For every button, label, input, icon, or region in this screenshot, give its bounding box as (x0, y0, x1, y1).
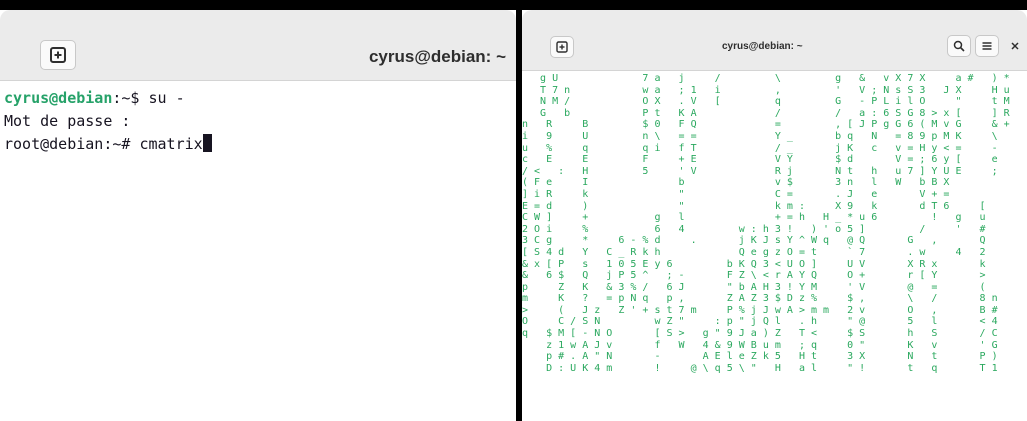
matrix-row: N M / O X . V [ q G - P L i l O " t M (522, 96, 1010, 108)
matrix-row: q $ M [ - N O [ S > g " 9 J a ) Z T < $ … (522, 328, 998, 340)
matrix-row: C W ] + g l + = h H _ * u 6 ! g u (522, 212, 986, 224)
matrix-row: G b P t K A / / a : 6 S G 8 > x [ ] R (522, 107, 1010, 119)
terminal-line: root@debian:~# cmatrix (4, 133, 516, 156)
menu-icon (982, 42, 992, 50)
matrix-row: 2 O i % 6 4 w : h 3 ! ) ' o 5 ] / ' # (522, 223, 986, 235)
header-bar: cyrus@debian: ~ (0, 10, 516, 81)
close-button[interactable] (1006, 37, 1024, 55)
window-title: cyrus@debian: ~ (368, 47, 506, 66)
terminal-line: Mot de passe : (4, 112, 131, 130)
terminal-window-left: cyrus@debian: ~ cyrus@debian:~$ su - Mot … (0, 10, 516, 421)
matrix-row: n R B $ 0 F Q = , [ J P g G 6 ( M v G & … (522, 119, 1010, 131)
prompt-user: cyrus@debian (4, 89, 113, 107)
matrix-row: ] i R k " C = . J e V + = (522, 188, 950, 200)
search-icon (953, 40, 965, 52)
search-button[interactable] (947, 35, 971, 57)
matrix-row: / < : H 5 ' V R j N t h u 7 ] Y U E ; (522, 165, 998, 177)
matrix-row: & x [ P s 1 0 5 E y 6 b K Q 3 < U O ] U … (522, 258, 986, 270)
matrix-row: 3 C g * 6 - % d . j K J s Y ^ W q @ Q G … (522, 235, 986, 247)
new-tab-icon (50, 47, 66, 63)
matrix-row: i 9 U n \ = = Y _ b q N = 8 9 p M K \ (522, 130, 998, 142)
header-bar: cyrus@debian: ~ (522, 10, 1027, 71)
matrix-row: E = d ) " k m : X 9 k d T 6 [ (522, 200, 986, 212)
close-icon (1011, 42, 1019, 50)
matrix-row: T 7 n w a ; 1 i , ' V ; N s S 3 J X H u (522, 84, 1010, 96)
cmatrix-output[interactable]: g U 7 a j / \ g & v X 7 X a # ) * T 7 n … (522, 71, 1027, 421)
prompt-command: root@debian:~# cmatrix (4, 135, 203, 153)
prompt-command: :~$ su - (112, 89, 185, 107)
new-tab-button[interactable] (40, 40, 76, 70)
matrix-row: z 1 w A J v f W 4 & 9 W B u m ; q 0 " K … (522, 339, 998, 351)
new-tab-button[interactable] (550, 36, 574, 58)
terminal-output[interactable]: cyrus@debian:~$ su - Mot de passe : root@d… (0, 81, 516, 421)
menu-button[interactable] (975, 35, 999, 57)
new-tab-icon (556, 41, 568, 53)
matrix-row: g U 7 a j / \ g & v X 7 X a # ) * (522, 73, 1010, 84)
matrix-row: p # . A " N - A E l e Z k 5 H t 3 X N t … (522, 351, 998, 363)
terminal-window-right: cyrus@debian: ~ g U 7 a j / \ g & v X 7 … (522, 10, 1027, 421)
matrix-row: u % q q i f T / _ j K c v = H y < = - (522, 142, 998, 154)
matrix-row: c E E F + E V Y $ d V = ; 6 y [ e (522, 154, 998, 166)
window-title: cyrus@debian: ~ (722, 41, 803, 52)
matrix-row: > ( J z Z ' + s t 7 m P % j J w A > m m … (522, 304, 998, 316)
matrix-row: ( F e I b v $ 3 n l W b B X (522, 177, 950, 189)
matrix-row: & 6 $ Q j P 5 ^ ; - F Z \ < r A Y Q O + … (522, 270, 986, 282)
matrix-row: [ S 4 d Y C _ R k h Q e g z O = t ` 7 . … (522, 246, 986, 258)
matrix-row: O C / S N w Z " : p " j Q l . h " @ 5 l … (522, 316, 998, 328)
text-cursor (202, 134, 212, 152)
terminal-line: cyrus@debian:~$ su - (4, 87, 516, 110)
matrix-row: p Z K & 3 % / 6 J " b A H 3 ! Y M ' V @ … (522, 281, 986, 293)
matrix-row: m K ? = p N q p , Z A Z 3 $ D z % $ , \ … (522, 293, 998, 305)
matrix-row: D : U K 4 m ! @ \ q 5 \ " H a l " ! t q … (522, 362, 998, 374)
